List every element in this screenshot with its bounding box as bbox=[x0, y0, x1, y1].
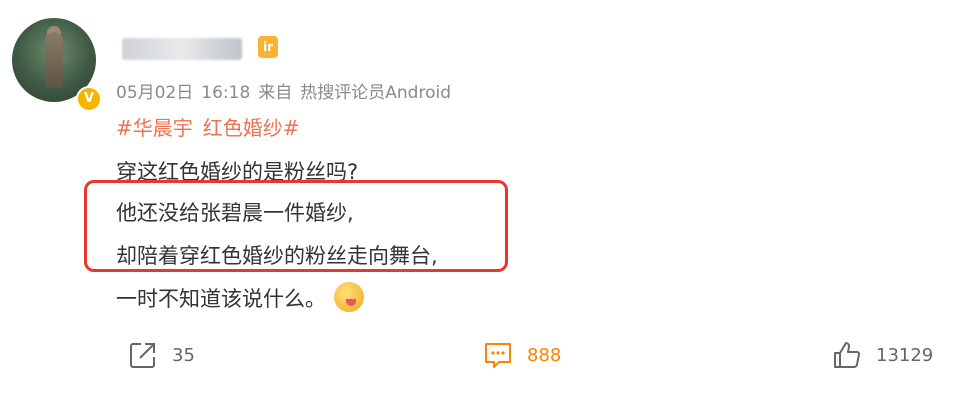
action-bar: 35 888 13129 bbox=[0, 340, 960, 376]
comment-button[interactable]: 888 bbox=[483, 340, 561, 370]
share-button[interactable]: 35 bbox=[128, 340, 195, 370]
post-time: 16:18 bbox=[201, 83, 251, 103]
comment-count: 888 bbox=[527, 344, 562, 366]
source-prefix: 来自 bbox=[258, 83, 293, 103]
share-icon bbox=[128, 340, 158, 370]
verified-badge-icon: V bbox=[76, 86, 102, 112]
topic-part-1: #华晨宇 bbox=[116, 116, 193, 140]
post-meta: 05月02日 16:18 来自 热搜评论员Android bbox=[116, 78, 459, 103]
post-text-line-4: 一时不知道该说什么。 bbox=[116, 287, 326, 311]
post-text-line-4-wrap: 一时不知道该说什么。 bbox=[116, 282, 364, 315]
highlight-box bbox=[84, 180, 508, 272]
comment-icon bbox=[483, 340, 513, 370]
avatar-figure bbox=[45, 32, 63, 88]
thumbs-up-icon bbox=[832, 340, 862, 370]
topic-link[interactable]: #华晨宇 红色婚纱# bbox=[116, 112, 310, 141]
topic-part-2: 红色婚纱# bbox=[202, 116, 300, 140]
drooling-emoji-icon bbox=[334, 282, 364, 312]
like-button[interactable]: 13129 bbox=[832, 340, 933, 370]
username-blur bbox=[122, 38, 242, 60]
username[interactable] bbox=[116, 34, 242, 64]
share-count: 35 bbox=[172, 344, 195, 366]
post-date: 05月02日 bbox=[116, 83, 194, 103]
post-source[interactable]: 热搜评论员Android bbox=[300, 83, 451, 103]
like-count: 13129 bbox=[876, 344, 934, 366]
level-badge-icon[interactable]: ir bbox=[258, 36, 278, 58]
